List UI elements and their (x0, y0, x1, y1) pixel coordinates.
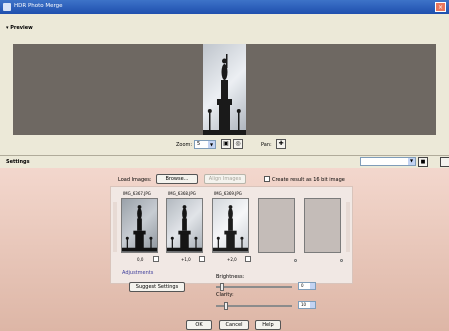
ok-button[interactable]: OK (186, 320, 212, 330)
brightness-label: Brightness: (216, 274, 245, 280)
pan-hand-icon[interactable]: ✚ (276, 139, 286, 149)
preview-panel (13, 44, 436, 135)
spinner-icon[interactable] (310, 302, 315, 308)
clarity-label: Clarity: (216, 292, 234, 298)
brightness-slider-knob[interactable] (219, 283, 224, 291)
window-title: HDR Photo Merge (14, 3, 63, 9)
brightness-input[interactable]: 0 (298, 282, 316, 290)
pan-label: Pan: (261, 142, 272, 148)
create-16bit-label: Create result as 16 bit image (272, 177, 345, 183)
exposure-value: 0,0 (137, 257, 144, 262)
exposure-value: +2,0 (227, 257, 237, 262)
save-preset-icon[interactable]: ■ (418, 157, 428, 167)
load-images-label: Load Images: (118, 177, 152, 183)
brightness-value: 0 (301, 283, 304, 288)
zoom-label: Zoom: (176, 142, 193, 148)
exposure-toggle[interactable] (199, 256, 205, 262)
help-button[interactable]: Help (255, 320, 281, 330)
browse-button[interactable]: Browse... (156, 174, 198, 184)
delete-preset-icon[interactable] (440, 157, 449, 167)
image-thumbnail[interactable] (166, 198, 203, 253)
create-16bit-checkbox[interactable] (264, 176, 270, 182)
image-thumbnail[interactable] (212, 198, 249, 253)
zoom-magnifier-icon[interactable]: ◎ (233, 139, 243, 149)
close-button[interactable]: × (435, 2, 446, 12)
exposure-value: +1,0 (181, 257, 191, 262)
zoom-value: 5 (197, 141, 201, 147)
slot-indicator (294, 259, 297, 262)
cancel-button[interactable]: Cancel (219, 320, 249, 330)
image-name: IMG_6369.JPG (214, 191, 242, 196)
exposure-toggle[interactable] (153, 256, 159, 262)
clarity-input[interactable]: 10 (298, 301, 316, 309)
preview-toggle[interactable]: ▾ Preview (6, 25, 33, 31)
adjustments-heading: Adjustments (122, 270, 154, 276)
statue-silhouette (203, 54, 246, 135)
image-thumbnail[interactable] (121, 198, 158, 253)
zoom-toolbar: Zoom: 5 ▼ ▣ ◎ Pan: ✚ (0, 139, 449, 151)
fit-to-window-icon[interactable]: ▣ (221, 139, 231, 149)
empty-image-slot[interactable] (258, 198, 295, 253)
chevron-down-icon[interactable]: ▼ (408, 158, 415, 165)
settings-preset-select[interactable]: ▼ (360, 157, 416, 166)
chevron-down-icon[interactable]: ▼ (208, 141, 215, 148)
suggest-settings-button[interactable]: Suggest Settings (129, 282, 185, 292)
brightness-slider[interactable] (216, 286, 292, 288)
settings-panel: Load Images: Browse... Align Images Crea… (0, 168, 449, 331)
preview-image (203, 44, 246, 135)
title-bar: HDR Photo Merge × (0, 0, 449, 14)
zoom-select[interactable]: 5 ▼ (194, 140, 216, 149)
align-images-button[interactable]: Align Images (204, 174, 246, 184)
empty-image-slot[interactable] (304, 198, 341, 253)
settings-bar: Settings ▼ ■ (0, 155, 449, 167)
clarity-slider-knob[interactable] (223, 302, 228, 310)
spinner-icon[interactable] (310, 283, 315, 289)
image-name: IMG_6367.JPG (123, 191, 151, 196)
clarity-value: 10 (301, 302, 307, 307)
image-name: IMG_6368.JPG (168, 191, 196, 196)
exposure-toggle[interactable] (245, 256, 251, 262)
app-icon (3, 3, 11, 11)
settings-heading: Settings (6, 159, 30, 165)
scroll-right-handle[interactable] (346, 202, 350, 252)
scroll-left-handle[interactable] (113, 202, 117, 252)
slot-indicator (340, 259, 343, 262)
